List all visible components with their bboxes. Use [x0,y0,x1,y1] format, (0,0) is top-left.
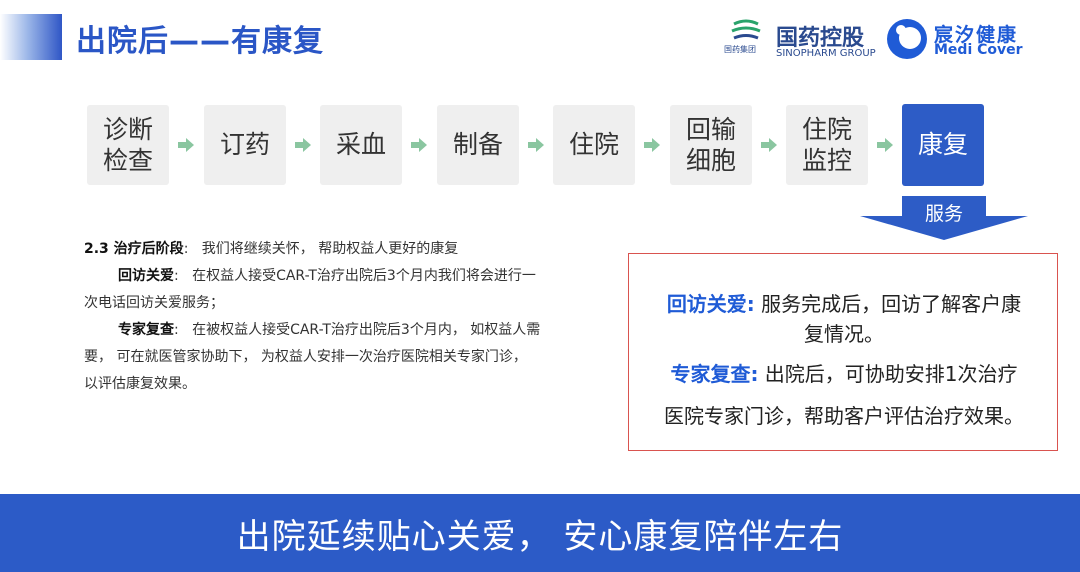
summary-text-3: 出院后，可协助安排1次治疗 [758,362,1018,386]
stage-description: 2.3 治疗后阶段: 我们将继续关怀， 帮助权益人更好的康复 回访关爱: 在权益… [84,236,604,398]
expert-desc-b: 要， 可在就医管家协助下， 为权益人安排一次治疗医院相关专家门诊， [84,349,527,365]
sinopharm-logo-icon [731,19,761,40]
stage-desc: 我们将继续关怀， 帮助权益人更好的康复 [201,241,459,257]
service-summary-box: 回访关爱: 服务完成后，回访了解客户康 复情况。 专家复查: 出院后，可协助安排… [628,253,1058,451]
sinopharm-en-label: SINOPHARM GROUP [776,48,876,59]
step-label: 住院监控 [801,114,852,175]
summary-text-1: 服务完成后，回访了解客户康 [754,292,1022,316]
title-accent-bar [0,14,62,60]
step-label: 订药 [219,130,270,160]
summary-line-4: 医院专家门诊，帮助客户评估治疗效果。 [664,404,1024,428]
step-cell-infusion: 回输细胞 [670,105,752,185]
step-label: 采血 [335,130,386,160]
sinopharm-logo: 国药集团 国药控股 SINOPHARM GROUP [724,18,894,66]
right-arrow-icon [644,138,660,152]
sinopharm-small-label: 国药集团 [724,45,756,54]
service-label: 服务 [924,203,963,225]
medicover-logo: 宸汐健康 Medi Cover [884,16,1044,66]
step-blood-collection: 采血 [320,105,402,185]
step-order-medicine: 订药 [204,105,286,185]
summary-line-3: 专家复查: 出院后，可协助安排1次治疗 [629,358,1059,387]
expert-line: 专家复查: 在被权益人接受CAR-T治疗出院后3个月内， 如权益人需 [118,322,541,338]
expert-desc-c: 以评估康复效果。 [84,376,196,392]
medicover-en-label: Medi Cover [934,42,1023,58]
right-arrow-icon [295,138,311,152]
step-label: 康复 [917,130,968,160]
summary-line-1: 回访关爱: 服务完成后，回访了解客户康 [629,288,1059,317]
stage-label: 2.3 治疗后阶段 [84,241,184,257]
followup-key: 回访关爱: [666,292,755,316]
step-hospitalization: 住院 [553,105,635,185]
step-hospital-monitoring: 住院监控 [786,105,868,185]
footer-banner: 出院延续贴心关爱， 安心康复陪伴左右 [0,494,1080,572]
right-arrow-icon [877,138,893,152]
expert-label: 专家复查 [118,322,174,338]
right-arrow-icon [528,138,544,152]
step-label: 制备 [452,130,503,160]
summary-line-2: 复情况。 [804,322,884,346]
footer-slogan: 出院延续贴心关爱， 安心康复陪伴左右 [236,516,844,557]
step-label: 住院 [568,130,619,160]
followup-desc-b: 次电话回访关爱服务； [84,295,224,311]
step-rehabilitation: 康复 [902,104,984,186]
medicover-logo-icon [887,19,927,59]
right-arrow-icon [411,138,427,152]
step-preparation: 制备 [437,105,519,185]
followup-label: 回访关爱 [118,268,174,284]
stage-line: 2.3 治疗后阶段: 我们将继续关怀， 帮助权益人更好的康复 [84,241,459,257]
step-diagnosis: 诊断检查 [87,105,169,185]
followup-line: 回访关爱: 在权益人接受CAR-T治疗出院后3个月内我们将会进行一 [118,268,536,284]
expert-desc-a: 在被权益人接受CAR-T治疗出院后3个月内， 如权益人需 [192,322,541,338]
page-title: 出院后——有康复 [76,24,324,59]
step-label: 诊断检查 [102,114,153,175]
followup-desc-a: 在权益人接受CAR-T治疗出院后3个月内我们将会进行一 [192,268,536,284]
step-label: 回输细胞 [685,114,736,175]
right-arrow-icon [178,138,194,152]
expert-key: 专家复查: [670,362,759,386]
right-arrow-icon [761,138,777,152]
